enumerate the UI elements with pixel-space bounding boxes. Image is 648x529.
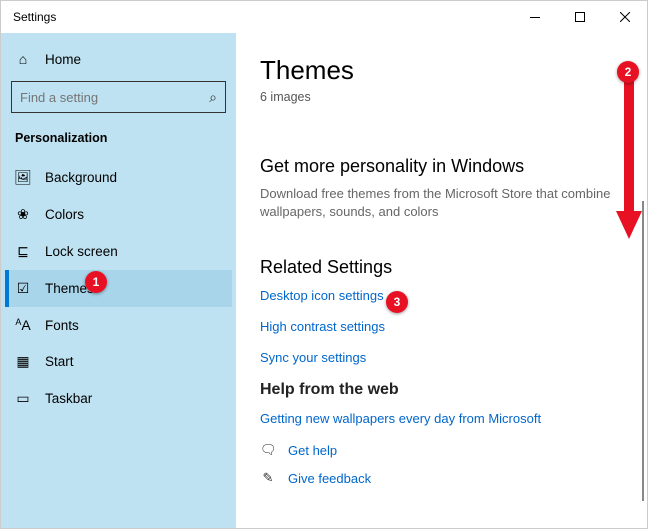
section-label: Personalization (5, 127, 232, 159)
sidebar-item-taskbar[interactable]: ▭ Taskbar (5, 380, 232, 417)
themes-icon: ☑ (15, 280, 31, 297)
annotation-badge-2: 2 (617, 61, 639, 83)
minimize-button[interactable] (512, 1, 557, 33)
feedback-row[interactable]: ✎ Give feedback (260, 470, 625, 486)
palette-icon: ❀ (15, 206, 31, 223)
window-title: Settings (13, 10, 512, 24)
start-icon: ▦ (15, 353, 31, 370)
taskbar-icon: ▭ (15, 390, 31, 407)
sidebar-item-themes[interactable]: ☑ Themes (5, 270, 232, 307)
help-icon: 🗨 (260, 442, 276, 458)
fonts-icon: AA (15, 317, 31, 333)
main-content: Themes 6 images Get more personality in … (236, 33, 647, 528)
sidebar-item-label: Lock screen (45, 244, 118, 259)
picture-icon: 🖼 (15, 169, 31, 186)
annotation-badge-1: 1 (85, 271, 107, 293)
feedback-icon: ✎ (260, 470, 276, 486)
feedback-label: Give feedback (288, 471, 371, 486)
lock-icon: ⊑ (15, 243, 31, 260)
sidebar-item-label: Colors (45, 207, 84, 222)
search-icon: ⌕ (209, 89, 217, 106)
help-from-web-head: Help from the web (260, 381, 625, 399)
get-help-label: Get help (288, 443, 337, 458)
scrollbar[interactable] (642, 201, 644, 501)
window-controls (512, 1, 647, 33)
sidebar: ⌂ Home ⌕ Personalization 🖼 Background ❀ … (1, 33, 236, 528)
link-desktop-icon-settings[interactable]: Desktop icon settings (260, 288, 625, 303)
page-title: Themes (260, 55, 625, 86)
home-label: Home (45, 52, 81, 67)
sidebar-item-label: Start (45, 354, 74, 369)
link-wallpapers-help[interactable]: Getting new wallpapers every day from Mi… (260, 411, 625, 426)
close-button[interactable] (602, 1, 647, 33)
sidebar-item-label: Background (45, 170, 117, 185)
more-personality-desc: Download free themes from the Microsoft … (260, 185, 625, 221)
home-icon: ⌂ (15, 51, 31, 67)
sidebar-item-start[interactable]: ▦ Start (5, 343, 232, 380)
sidebar-item-lockscreen[interactable]: ⊑ Lock screen (5, 233, 232, 270)
annotation-badge-3: 3 (386, 291, 408, 313)
sidebar-item-label: Fonts (45, 318, 79, 333)
sidebar-item-label: Taskbar (45, 391, 92, 406)
sidebar-item-background[interactable]: 🖼 Background (5, 159, 232, 196)
related-settings-head: Related Settings (260, 257, 625, 278)
link-sync-settings[interactable]: Sync your settings (260, 350, 625, 365)
maximize-button[interactable] (557, 1, 602, 33)
search-box[interactable]: ⌕ (11, 81, 226, 113)
link-high-contrast[interactable]: High contrast settings (260, 319, 625, 334)
page-subtitle: 6 images (260, 90, 625, 104)
more-personality-head: Get more personality in Windows (260, 156, 625, 177)
sidebar-item-fonts[interactable]: AA Fonts (5, 307, 232, 343)
get-help-row[interactable]: 🗨 Get help (260, 442, 625, 458)
annotation-arrow (616, 81, 642, 241)
search-input[interactable] (20, 90, 209, 105)
sidebar-item-colors[interactable]: ❀ Colors (5, 196, 232, 233)
home-nav[interactable]: ⌂ Home (5, 43, 232, 75)
